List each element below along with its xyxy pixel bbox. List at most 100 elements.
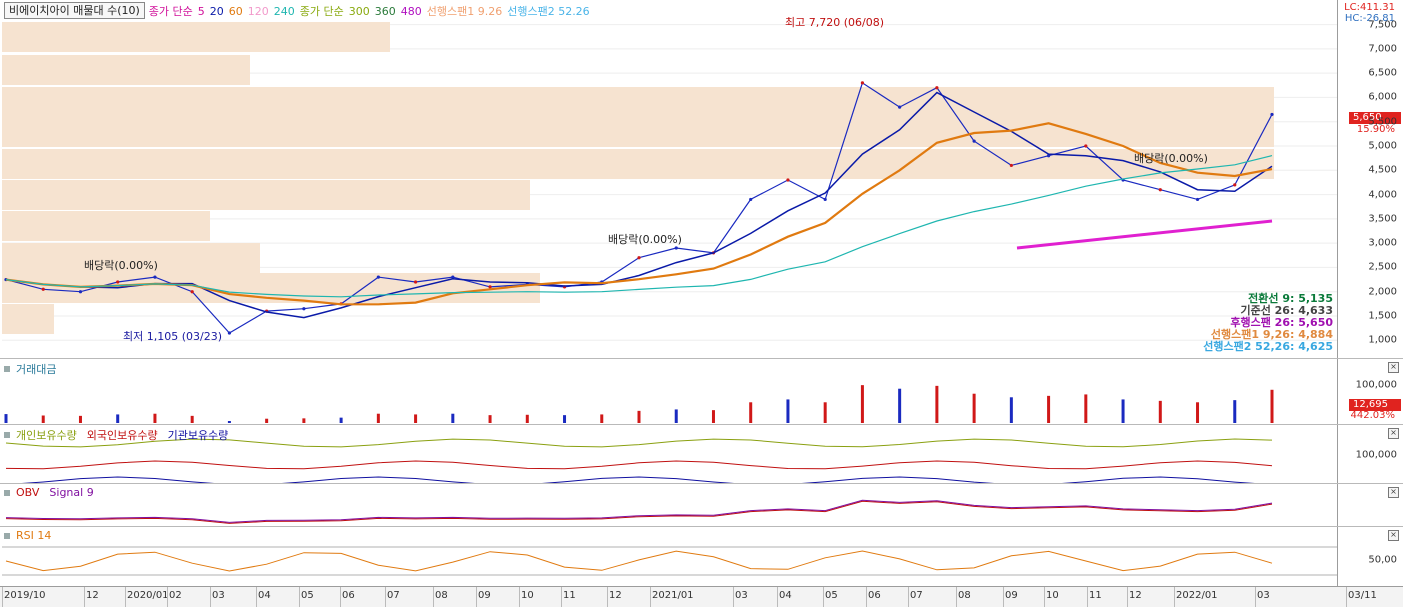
obv_panel-legend-item[interactable]: OBV xyxy=(16,486,39,499)
price-legend-item[interactable]: 360 xyxy=(375,5,396,18)
time-x-axis[interactable]: 2019/10 12 2020/01 02 03 04 05 06 07 08 09 10 11 12 20… xyxy=(0,586,1403,607)
volume-bar xyxy=(823,402,827,423)
price-point xyxy=(190,290,194,294)
price-point xyxy=(898,105,902,109)
volume-profile-bar xyxy=(2,180,530,210)
price-pane[interactable]: 비에이치아이 매물대 수(10) 종가 단순 5 20 60 120 240 종가 단순 30… xyxy=(0,0,1403,358)
x-axis-label: 02 xyxy=(169,590,182,601)
holdings_panel-legend-item[interactable]: 기관보유수량 xyxy=(168,427,229,443)
rsi-plot[interactable] xyxy=(2,527,1337,586)
price-tick: 2,000 xyxy=(1368,286,1397,298)
x-axis-label: 05 xyxy=(301,590,314,601)
stock-chart-window: 비에이치아이 매물대 수(10) 종가 단순 5 20 60 120 240 종가 단순 30… xyxy=(0,0,1403,607)
rsi-pane[interactable]: RSI 14 × 50,00 xyxy=(0,526,1403,586)
obv-y-axis[interactable] xyxy=(1337,484,1403,526)
legend-square-icon xyxy=(4,532,10,539)
x-axis-separator xyxy=(2,587,3,607)
price-tick: 6,000 xyxy=(1368,91,1397,103)
legend-square-icon xyxy=(4,366,10,372)
volume-bar xyxy=(600,414,604,423)
price-legend-item[interactable]: 종가 단순 xyxy=(300,5,344,18)
price-point xyxy=(153,275,157,279)
x-axis-separator xyxy=(908,587,909,607)
price-point xyxy=(78,290,83,294)
x-axis-separator xyxy=(650,587,651,607)
x-axis-label: 09 xyxy=(478,590,491,601)
x-axis-separator xyxy=(561,587,562,607)
volume-bar xyxy=(786,399,790,423)
price-plot[interactable] xyxy=(2,0,1337,358)
volume-plot[interactable] xyxy=(2,359,1337,424)
holdings_panel-legend-item[interactable]: 외국인보유수량 xyxy=(87,427,158,443)
rsi_panel-legend-item[interactable]: RSI 14 xyxy=(16,529,51,542)
volume-bar xyxy=(227,421,231,423)
x-axis-separator xyxy=(956,587,957,607)
volume-legend: 거래대금 xyxy=(4,361,56,377)
price-legend-item[interactable]: 300 xyxy=(349,5,370,18)
price-legend-item[interactable]: 5 xyxy=(198,5,205,18)
rsi-y-axis[interactable]: 50,00 xyxy=(1337,527,1403,586)
price-legend-item[interactable]: 120 xyxy=(248,5,269,18)
holdings-y-axis[interactable]: 100,000 xyxy=(1337,425,1403,483)
volume-bar xyxy=(4,414,8,423)
x-axis-label: 04 xyxy=(258,590,271,601)
volume-y-axis[interactable]: 100,000 12,695 442.03% xyxy=(1337,359,1403,424)
x-axis-separator xyxy=(866,587,867,607)
volume-bar xyxy=(935,385,939,423)
price-legend-item[interactable]: 240 xyxy=(274,5,295,18)
obv-pane[interactable]: OBV Signal 9 × xyxy=(0,483,1403,526)
price-tick: 7,000 xyxy=(1368,43,1397,55)
price-point xyxy=(823,197,827,202)
volume-profile-bar xyxy=(2,55,250,85)
price-legend-item[interactable]: 선행스팬2 52.26 xyxy=(507,5,589,18)
x-axis-separator xyxy=(210,587,211,607)
volume-bar xyxy=(563,415,567,423)
volume-bar xyxy=(153,413,157,423)
volume-bar xyxy=(1233,400,1237,423)
rsi-tick: 50,00 xyxy=(1368,554,1397,566)
price-legend-item[interactable]: 480 xyxy=(401,5,422,18)
chart-title-button[interactable]: 비에이치아이 매물대 수(10) xyxy=(4,2,145,19)
price-point xyxy=(376,275,380,279)
price-legend-item[interactable]: 선행스팬1 9.26 xyxy=(427,5,502,18)
obv-plot[interactable] xyxy=(2,484,1337,526)
x-axis-separator xyxy=(1127,587,1128,607)
lc-readout: LC:411.31 xyxy=(1344,2,1395,13)
holdings_panel-legend-item[interactable]: 개인보유수량 xyxy=(16,427,77,443)
price-y-axis[interactable]: LC:411.31 HC:-26.81 5,650 15.90% 7,500 7,… xyxy=(1337,0,1403,358)
price-point xyxy=(116,280,120,284)
dividend-annotation-3: 배당락(0.00%) xyxy=(1134,152,1208,165)
price-legend-item[interactable]: 60 xyxy=(229,5,243,18)
x-axis-separator xyxy=(1087,587,1088,607)
x-axis-label: 2020/01 xyxy=(127,590,169,601)
legend-square-icon xyxy=(4,432,10,438)
volume-tick: 100,000 xyxy=(1355,379,1397,391)
x-axis-separator xyxy=(607,587,608,607)
x-axis-label: 12 xyxy=(609,590,622,601)
x-axis-separator xyxy=(84,587,85,607)
x-axis-separator xyxy=(1003,587,1004,607)
volume-bar xyxy=(414,414,418,423)
volume-pct: 442.03% xyxy=(1350,410,1396,421)
price-tick: 3,500 xyxy=(1368,213,1397,225)
price-tick: 4,000 xyxy=(1368,189,1397,201)
x-axis-separator xyxy=(125,587,126,607)
x-axis-label: 03 xyxy=(212,590,225,601)
volume-bar xyxy=(1121,399,1125,423)
x-axis-separator xyxy=(299,587,300,607)
holdings-line xyxy=(5,460,1273,470)
obv_panel-legend-item[interactable]: Signal 9 xyxy=(49,486,93,499)
x-axis-separator xyxy=(385,587,386,607)
volume-profile-bar xyxy=(2,117,1274,147)
volume-pane[interactable]: 거래대금 × 100,000 12,695 442.03% xyxy=(0,358,1403,424)
price-tick: 4,500 xyxy=(1368,164,1397,176)
price-point xyxy=(1195,197,1200,202)
holdings-pane[interactable]: 개인보유수량 외국인보유수량 기관보유수량 × 100,000 xyxy=(0,424,1403,483)
price-legend-item[interactable]: 종가 단순 xyxy=(149,5,193,18)
indicator-info-line: 선행스팬2 52,26: 4,625 xyxy=(1203,340,1333,353)
x-axis-separator xyxy=(476,587,477,607)
price-legend-item[interactable]: 20 xyxy=(210,5,224,18)
price-point xyxy=(1270,112,1274,117)
price-tick: 5,500 xyxy=(1368,116,1397,128)
volume-bar xyxy=(972,393,976,423)
